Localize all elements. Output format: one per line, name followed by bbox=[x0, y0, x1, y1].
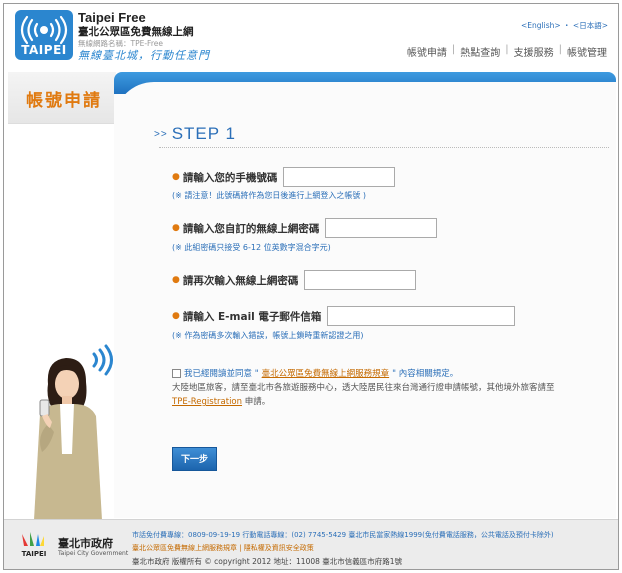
footer-org-name-en: Taipei City Government bbox=[58, 550, 129, 557]
section-title: 帳號申請 bbox=[26, 91, 102, 111]
step-title: >> STEP 1 bbox=[154, 124, 236, 144]
brand-slogan: 無線臺北城，行動任意門 bbox=[78, 49, 210, 62]
password-input[interactable] bbox=[325, 218, 438, 238]
email-label: 請輸入 E-mail 電子郵件信箱 bbox=[182, 310, 322, 323]
nav-hotspot-search[interactable]: 熱點查詢 bbox=[455, 44, 505, 59]
woman-with-phone-image bbox=[34, 344, 113, 520]
info-text-line: 大陸地區旅客，請至臺北市各旅遊服務中心，透大陸居民往來台灣通行證申請帳號，其他境… bbox=[172, 383, 555, 393]
lang-english-link[interactable]: <English> bbox=[521, 21, 561, 30]
section-banner: 帳號申請 bbox=[8, 72, 116, 124]
nav-account-apply[interactable]: 帳號申請 bbox=[402, 44, 452, 59]
email-row: ● 請輸入 E-mail 電子郵件信箱 bbox=[172, 306, 516, 326]
info-suffix: 申請。 bbox=[242, 397, 271, 407]
step-label: STEP 1 bbox=[171, 124, 236, 143]
panel-body bbox=[114, 82, 616, 122]
footer-org-name: 臺北市政府 bbox=[58, 537, 113, 550]
footer-copyright: 臺北市政府 版權所有 © copyright 2012 地址：11008 臺北市… bbox=[132, 557, 403, 566]
password-label: 請輸入您自訂的無線上網密碼 bbox=[182, 222, 320, 235]
mainland-info: 大陸地區旅客，請至臺北市各旅遊服務中心，透大陸居民往來台灣通行證申請帳號，其他境… bbox=[172, 381, 602, 409]
bullet-icon: ● bbox=[172, 311, 180, 321]
confirm-password-label: 請再次輸入無線上網密碼 bbox=[182, 274, 299, 287]
agree-suffix: " 內容相關規定。 bbox=[392, 369, 459, 379]
footer-policy-links[interactable]: 臺北公眾區免費無線上網服務規章 | 隱私權及資訊安全政策 bbox=[132, 543, 314, 553]
bullet-icon: ● bbox=[172, 172, 180, 182]
phone-row: ● 請輸入您的手機號碼 bbox=[172, 167, 396, 187]
page-frame: TAIPEI Taipei Free 臺北公眾區免費無線上網 無線網路名稱：TP… bbox=[3, 3, 619, 570]
footer-hotline: 市話免付費專線：0809-09-19-19 行動電話專線：(02) 7745-5… bbox=[132, 531, 554, 539]
confirm-password-input[interactable] bbox=[304, 270, 417, 290]
top-nav: 帳號申請 | 熱點查詢 | 支援服務 | 帳號管理 bbox=[402, 44, 612, 59]
nav-account-manage[interactable]: 帳號管理 bbox=[562, 44, 612, 59]
password-row: ● 請輸入您自訂的無線上網密碼 bbox=[172, 218, 438, 238]
email-input[interactable] bbox=[327, 306, 516, 326]
footer: TAIPEI 臺北市政府 Taipei City Government 市話免付… bbox=[4, 519, 618, 569]
lang-japanese-link[interactable]: <日本語> bbox=[573, 21, 608, 30]
bullet-icon: ● bbox=[172, 275, 180, 285]
header: TAIPEI Taipei Free 臺北公眾區免費無線上網 無線網路名稱：TP… bbox=[4, 4, 618, 70]
brand-subtitle: 臺北公眾區免費無線上網 bbox=[78, 26, 194, 38]
main-panel: >> STEP 1 ● 請輸入您的手機號碼 (※ 請注意！此號碼將作為您日後進行上… bbox=[114, 72, 616, 518]
bullet-icon: ● bbox=[172, 223, 180, 233]
phone-input[interactable] bbox=[283, 167, 396, 187]
email-note: (※ 作為密碼多次輸入錯誤，帳號上鎖時重新認證之用) bbox=[172, 331, 364, 340]
double-chevron-icon: >> bbox=[154, 129, 168, 141]
phone-label: 請輸入您的手機號碼 bbox=[182, 171, 278, 184]
lang-separator: ・ bbox=[560, 21, 573, 30]
divider bbox=[159, 147, 609, 148]
logo-text: TAIPEI bbox=[21, 43, 67, 57]
confirm-password-row: ● 請再次輸入無線上網密碼 bbox=[172, 270, 417, 290]
footer-logo-text: TAIPEI bbox=[22, 550, 47, 558]
brand-title: Taipei Free bbox=[78, 10, 146, 25]
phone-note: (※ 請注意！此號碼將作為您日後進行上網登入之帳號 ) bbox=[172, 191, 367, 200]
password-note: (※ 此組密碼只接受 6-12 位英數字混合字元) bbox=[172, 243, 331, 252]
service-terms-link[interactable]: 臺北公眾區免費無線上網服務規章 bbox=[262, 367, 390, 379]
agree-row: 我已經閱讀並同意 " 臺北公眾區免費無線上網服務規章 " 內容相關規定。 bbox=[172, 367, 458, 379]
language-switcher: <English> ・ <日本語> bbox=[521, 20, 608, 31]
nav-support[interactable]: 支援服務 bbox=[509, 44, 559, 59]
next-button[interactable]: 下一步 bbox=[172, 447, 217, 471]
agree-prefix: 我已經閱讀並同意 " bbox=[184, 369, 259, 379]
agree-checkbox[interactable] bbox=[172, 368, 181, 378]
taipei-free-logo[interactable]: TAIPEI bbox=[15, 10, 73, 60]
taipei-city-logo: TAIPEI bbox=[22, 532, 47, 558]
tpe-registration-link[interactable]: TPE-Registration bbox=[172, 397, 242, 407]
